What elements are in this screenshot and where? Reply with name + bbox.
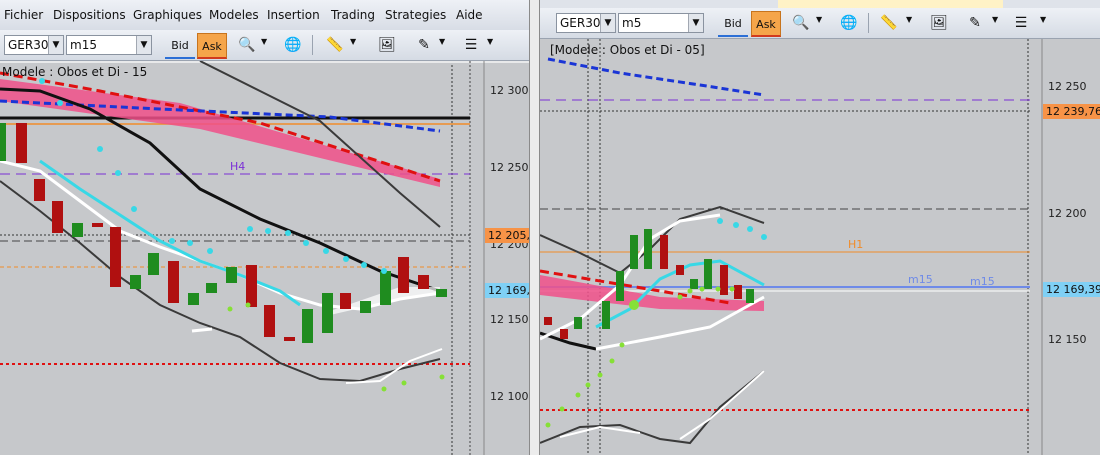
left-toolbar: GER30 ▼ m15 ▼ Bid Ask 🔍 ▼ 🌐 📏 ▼ 🖼 ✎ ▼ ☰ … (0, 30, 529, 61)
chevron-down-icon[interactable]: ▼ (906, 15, 912, 24)
price-tick: 12 250 (1048, 80, 1087, 93)
pane-divider[interactable] (529, 0, 540, 455)
magnifier-icon[interactable]: 🔍 (790, 13, 812, 33)
timeframe-select[interactable]: m15 ▼ (66, 35, 152, 55)
menu-dispositions[interactable]: Dispositions (53, 8, 126, 22)
drawing-tools-icon[interactable]: ✎ (964, 13, 986, 33)
instrument-value: GER30 (8, 38, 49, 52)
ruler-icon[interactable]: 📏 (878, 13, 900, 33)
chevron-down-icon[interactable]: ▼ (816, 15, 822, 24)
toolbar-separator (868, 13, 869, 33)
chevron-down-icon[interactable]: ▼ (487, 37, 493, 46)
bid-button[interactable]: Bid (165, 33, 195, 59)
list-icon[interactable]: ☰ (1010, 13, 1032, 33)
right-toolbar: GER30 ▼ m5 ▼ Bid Ask 🔍 ▼ 🌐 📏 ▼ 🖼 ✎ ▼ ☰ ▼ (540, 8, 1100, 39)
drawing-tools-icon[interactable]: ✎ (413, 35, 435, 55)
current-price-tag-blue: 12 169,39 (1043, 282, 1100, 297)
instrument-value: GER30 (560, 16, 601, 30)
current-price-tag-orange: 12 205, (485, 228, 529, 243)
globe-icon[interactable]: 🌐 (838, 13, 860, 33)
instrument-select[interactable]: GER30 ▼ (556, 13, 616, 33)
picture-icon[interactable]: 🖼 (928, 13, 950, 33)
instrument-select[interactable]: GER30 ▼ (4, 35, 64, 55)
h1-label: H1 (848, 238, 864, 251)
chevron-down-icon[interactable]: ▼ (992, 15, 998, 24)
left-chart[interactable]: Modele : Obos et Di - 15 H4 12 300 12 25… (0, 61, 529, 455)
chevron-down-icon[interactable]: ▼ (261, 37, 267, 46)
timeframe-value: m5 (622, 16, 642, 30)
chevron-down-icon[interactable]: ▼ (136, 36, 151, 54)
chevron-down-icon[interactable]: ▼ (350, 37, 356, 46)
price-tick: 12 200 (1048, 207, 1087, 220)
picture-icon[interactable]: 🖼 (376, 35, 398, 55)
right-chart-canvas (540, 39, 1100, 455)
chevron-down-icon[interactable]: ▼ (600, 14, 615, 32)
magnifier-icon[interactable]: 🔍 (236, 35, 258, 55)
m15-label: m15 (970, 275, 995, 288)
current-price-tag-orange: 12 239,76 (1043, 104, 1100, 119)
price-tick: 12 300 (490, 84, 529, 97)
ask-button[interactable]: Ask (197, 33, 227, 59)
h4-label: H4 (230, 160, 246, 173)
timeframe-select[interactable]: m5 ▼ (618, 13, 704, 33)
price-tick: 12 100 (490, 390, 529, 403)
chevron-down-icon[interactable]: ▼ (439, 37, 445, 46)
m15-label: m15 (908, 273, 933, 286)
menu-modeles[interactable]: Modeles (209, 8, 259, 22)
ruler-icon[interactable]: 📏 (324, 35, 346, 55)
right-window-tab[interactable] (778, 0, 1003, 8)
left-chart-title: Modele : Obos et Di - 15 (2, 65, 148, 79)
chevron-down-icon[interactable]: ▼ (1040, 15, 1046, 24)
price-tick: 12 150 (1048, 333, 1087, 346)
menu-graphiques[interactable]: Graphiques (133, 8, 202, 22)
right-chart[interactable]: [Modele : Obos et Di - 05] H1 m15 m15 12… (540, 39, 1100, 455)
current-price-tag-blue: 12 169, (485, 283, 529, 298)
globe-icon[interactable]: 🌐 (282, 35, 304, 55)
menu-strategies[interactable]: Strategies (385, 8, 446, 22)
menu-fichier[interactable]: Fichier (4, 8, 43, 22)
bid-button[interactable]: Bid (718, 11, 748, 37)
price-tick: 12 250 (490, 161, 529, 174)
ask-button[interactable]: Ask (751, 11, 781, 37)
timeframe-value: m15 (70, 38, 97, 52)
menu-insertion[interactable]: Insertion (267, 8, 320, 22)
menu-aide[interactable]: Aide (456, 8, 483, 22)
menu-trading[interactable]: Trading (331, 8, 375, 22)
chevron-down-icon[interactable]: ▼ (688, 14, 703, 32)
chevron-down-icon[interactable]: ▼ (48, 36, 63, 54)
left-chart-canvas (0, 61, 529, 455)
right-chart-title: [Modele : Obos et Di - 05] (550, 43, 705, 57)
price-tick: 12 150 (490, 313, 529, 326)
list-icon[interactable]: ☰ (460, 35, 482, 55)
toolbar-separator (312, 35, 313, 55)
menu-bar: Fichier Dispositions Graphiques Modeles … (0, 0, 529, 31)
